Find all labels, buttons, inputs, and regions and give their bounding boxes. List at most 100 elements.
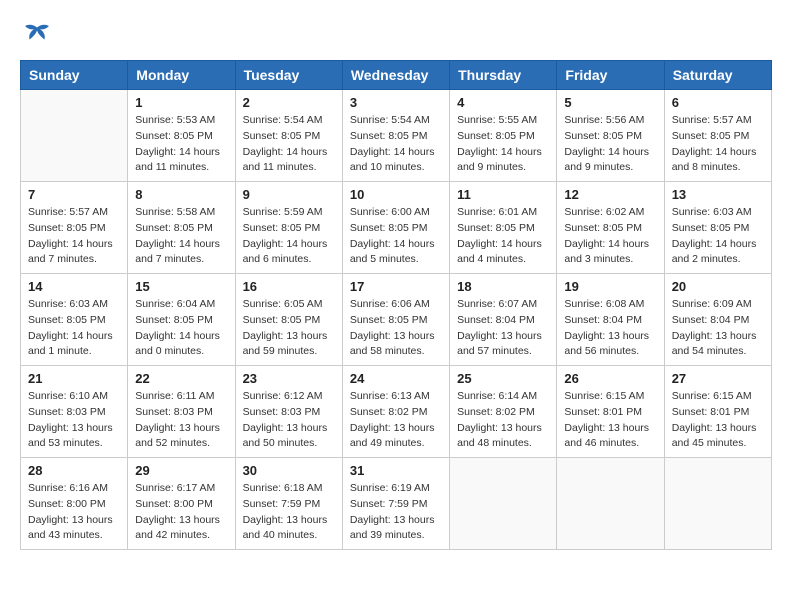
calendar-cell: 27 Sunrise: 6:15 AM Sunset: 8:01 PM Dayli… <box>664 366 771 458</box>
calendar-cell: 12Sunrise: 6:02 AM Sunset: 8:05 PM Dayli… <box>557 182 664 274</box>
day-number: 30 <box>243 463 335 478</box>
day-number: 1 <box>135 95 227 110</box>
day-info: Sunrise: 5:53 AM Sunset: 8:05 PM Dayligh… <box>135 113 227 176</box>
calendar-cell: 4 Sunrise: 5:55 AM Sunset: 8:05 PM Daylig… <box>450 90 557 182</box>
calendar-cell: 3 Sunrise: 5:54 AM Sunset: 8:05 PM Daylig… <box>342 90 449 182</box>
calendar-cell: 9 Sunrise: 5:59 AM Sunset: 8:05 PM Daylig… <box>235 182 342 274</box>
calendar-cell: 17 Sunrise: 6:06 AM Sunset: 8:05 PM Dayli… <box>342 274 449 366</box>
calendar-cell: 20Sunrise: 6:09 AM Sunset: 8:04 PM Dayli… <box>664 274 771 366</box>
calendar-header-monday: Monday <box>128 61 235 90</box>
day-info: Sunrise: 5:58 AM Sunset: 8:05 PM Dayligh… <box>135 205 227 268</box>
calendar-cell <box>557 458 664 550</box>
day-number: 17 <box>350 279 442 294</box>
calendar-header-sunday: Sunday <box>21 61 128 90</box>
day-number: 26 <box>564 371 656 386</box>
calendar-header-thursday: Thursday <box>450 61 557 90</box>
calendar-cell: 21 Sunrise: 6:10 AM Sunset: 8:03 PM Dayli… <box>21 366 128 458</box>
header <box>20 20 772 50</box>
calendar-week-row: 14 Sunrise: 6:03 AM Sunset: 8:05 PM Dayli… <box>21 274 772 366</box>
calendar-cell: 16 Sunrise: 6:05 AM Sunset: 8:05 PM Dayli… <box>235 274 342 366</box>
day-number: 5 <box>564 95 656 110</box>
calendar-cell: 24 Sunrise: 6:13 AM Sunset: 8:02 PM Dayli… <box>342 366 449 458</box>
day-number: 29 <box>135 463 227 478</box>
calendar-cell: 29 Sunrise: 6:17 AM Sunset: 8:00 PM Dayli… <box>128 458 235 550</box>
day-info: Sunrise: 6:16 AM Sunset: 8:00 PM Dayligh… <box>28 481 120 544</box>
calendar-cell <box>450 458 557 550</box>
day-number: 28 <box>28 463 120 478</box>
day-info: Sunrise: 6:06 AM Sunset: 8:05 PM Dayligh… <box>350 297 442 360</box>
day-number: 22 <box>135 371 227 386</box>
calendar-week-row: 28 Sunrise: 6:16 AM Sunset: 8:00 PM Dayli… <box>21 458 772 550</box>
calendar-cell: 10 Sunrise: 6:00 AM Sunset: 8:05 PM Dayli… <box>342 182 449 274</box>
day-number: 3 <box>350 95 442 110</box>
calendar-cell <box>664 458 771 550</box>
day-info: Sunrise: 5:57 AM Sunset: 8:05 PM Dayligh… <box>28 205 120 268</box>
day-number: 13 <box>672 187 764 202</box>
day-info: Sunrise: 5:57 AM Sunset: 8:05 PM Dayligh… <box>672 113 764 176</box>
day-info: Sunrise: 6:07 AM Sunset: 8:04 PM Dayligh… <box>457 297 549 360</box>
day-number: 11 <box>457 187 549 202</box>
calendar-cell: 23 Sunrise: 6:12 AM Sunset: 8:03 PM Dayli… <box>235 366 342 458</box>
day-info: Sunrise: 6:03 AM Sunset: 8:05 PM Dayligh… <box>28 297 120 360</box>
day-info: Sunrise: 5:54 AM Sunset: 8:05 PM Dayligh… <box>243 113 335 176</box>
day-info: Sunrise: 6:15 AM Sunset: 8:01 PM Dayligh… <box>564 389 656 452</box>
calendar-cell: 14 Sunrise: 6:03 AM Sunset: 8:05 PM Dayli… <box>21 274 128 366</box>
day-number: 10 <box>350 187 442 202</box>
calendar-cell: 19 Sunrise: 6:08 AM Sunset: 8:04 PM Dayli… <box>557 274 664 366</box>
day-info: Sunrise: 5:56 AM Sunset: 8:05 PM Dayligh… <box>564 113 656 176</box>
day-info: Sunrise: 6:05 AM Sunset: 8:05 PM Dayligh… <box>243 297 335 360</box>
calendar-cell: 15Sunrise: 6:04 AM Sunset: 8:05 PM Dayli… <box>128 274 235 366</box>
calendar-cell: 18 Sunrise: 6:07 AM Sunset: 8:04 PM Dayli… <box>450 274 557 366</box>
day-info: Sunrise: 5:55 AM Sunset: 8:05 PM Dayligh… <box>457 113 549 176</box>
logo-bird-icon <box>22 20 52 50</box>
calendar-cell: 8Sunrise: 5:58 AM Sunset: 8:05 PM Daylig… <box>128 182 235 274</box>
day-number: 21 <box>28 371 120 386</box>
day-info: Sunrise: 6:10 AM Sunset: 8:03 PM Dayligh… <box>28 389 120 452</box>
calendar-cell: 30 Sunrise: 6:18 AM Sunset: 7:59 PM Dayli… <box>235 458 342 550</box>
calendar-cell: 26 Sunrise: 6:15 AM Sunset: 8:01 PM Dayli… <box>557 366 664 458</box>
calendar-cell: 28 Sunrise: 6:16 AM Sunset: 8:00 PM Dayli… <box>21 458 128 550</box>
day-info: Sunrise: 5:54 AM Sunset: 8:05 PM Dayligh… <box>350 113 442 176</box>
day-number: 2 <box>243 95 335 110</box>
day-number: 23 <box>243 371 335 386</box>
day-info: Sunrise: 6:02 AM Sunset: 8:05 PM Dayligh… <box>564 205 656 268</box>
day-number: 18 <box>457 279 549 294</box>
calendar-header-row: SundayMondayTuesdayWednesdayThursdayFrid… <box>21 61 772 90</box>
day-info: Sunrise: 6:03 AM Sunset: 8:05 PM Dayligh… <box>672 205 764 268</box>
calendar-cell: 1 Sunrise: 5:53 AM Sunset: 8:05 PM Daylig… <box>128 90 235 182</box>
day-info: Sunrise: 6:13 AM Sunset: 8:02 PM Dayligh… <box>350 389 442 452</box>
day-info: Sunrise: 6:15 AM Sunset: 8:01 PM Dayligh… <box>672 389 764 452</box>
calendar-cell: 25 Sunrise: 6:14 AM Sunset: 8:02 PM Dayli… <box>450 366 557 458</box>
day-info: Sunrise: 6:19 AM Sunset: 7:59 PM Dayligh… <box>350 481 442 544</box>
day-info: Sunrise: 6:12 AM Sunset: 8:03 PM Dayligh… <box>243 389 335 452</box>
day-number: 19 <box>564 279 656 294</box>
calendar-header-saturday: Saturday <box>664 61 771 90</box>
day-number: 31 <box>350 463 442 478</box>
calendar-cell: 13 Sunrise: 6:03 AM Sunset: 8:05 PM Dayli… <box>664 182 771 274</box>
day-info: Sunrise: 6:17 AM Sunset: 8:00 PM Dayligh… <box>135 481 227 544</box>
day-info: Sunrise: 6:08 AM Sunset: 8:04 PM Dayligh… <box>564 297 656 360</box>
day-info: Sunrise: 6:14 AM Sunset: 8:02 PM Dayligh… <box>457 389 549 452</box>
day-number: 16 <box>243 279 335 294</box>
day-number: 9 <box>243 187 335 202</box>
calendar-header-tuesday: Tuesday <box>235 61 342 90</box>
logo <box>20 20 52 50</box>
day-info: Sunrise: 6:18 AM Sunset: 7:59 PM Dayligh… <box>243 481 335 544</box>
day-number: 14 <box>28 279 120 294</box>
day-number: 7 <box>28 187 120 202</box>
day-number: 27 <box>672 371 764 386</box>
day-info: Sunrise: 5:59 AM Sunset: 8:05 PM Dayligh… <box>243 205 335 268</box>
calendar-week-row: 1 Sunrise: 5:53 AM Sunset: 8:05 PM Daylig… <box>21 90 772 182</box>
day-number: 24 <box>350 371 442 386</box>
day-number: 6 <box>672 95 764 110</box>
calendar-cell: 6 Sunrise: 5:57 AM Sunset: 8:05 PM Daylig… <box>664 90 771 182</box>
day-info: Sunrise: 6:11 AM Sunset: 8:03 PM Dayligh… <box>135 389 227 452</box>
calendar-header-friday: Friday <box>557 61 664 90</box>
day-number: 20 <box>672 279 764 294</box>
calendar-cell: 22 Sunrise: 6:11 AM Sunset: 8:03 PM Dayli… <box>128 366 235 458</box>
day-number: 4 <box>457 95 549 110</box>
calendar-header-wednesday: Wednesday <box>342 61 449 90</box>
calendar-cell: 31 Sunrise: 6:19 AM Sunset: 7:59 PM Dayli… <box>342 458 449 550</box>
day-info: Sunrise: 6:00 AM Sunset: 8:05 PM Dayligh… <box>350 205 442 268</box>
day-number: 25 <box>457 371 549 386</box>
